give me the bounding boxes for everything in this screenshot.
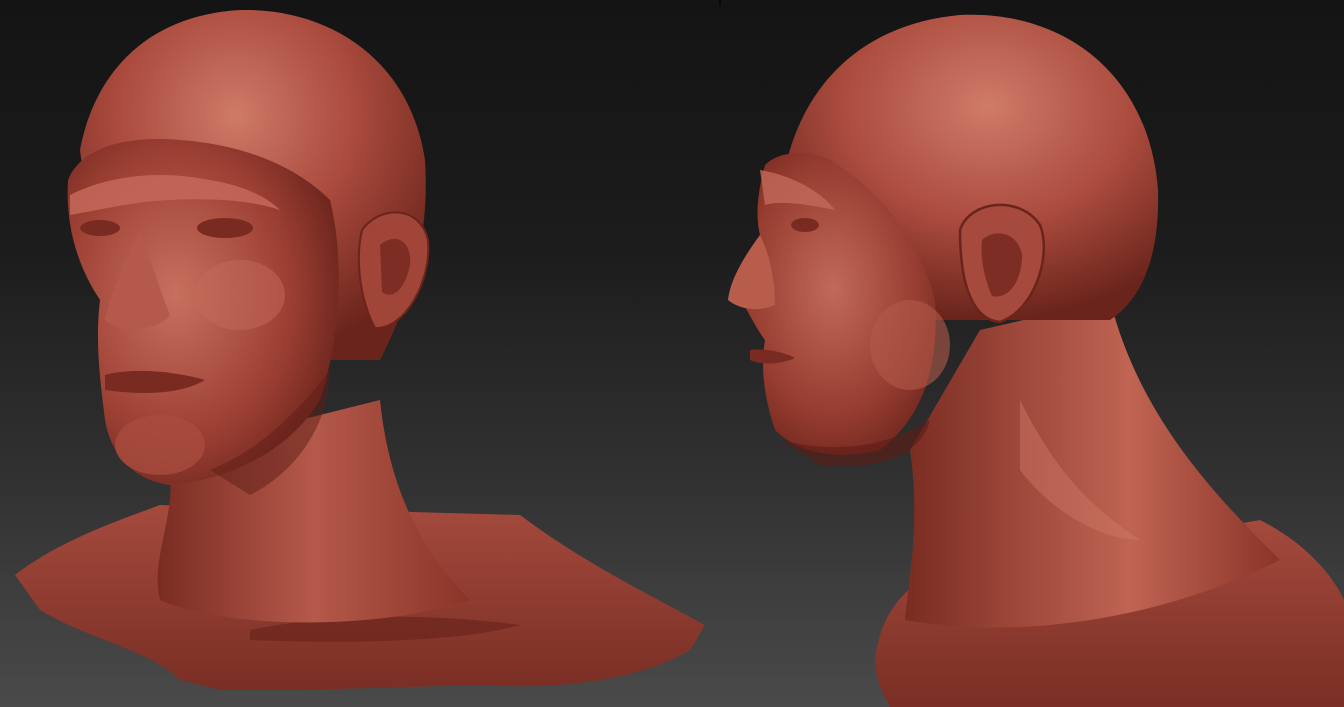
cheek-highlight: [195, 260, 285, 330]
cheekbone: [870, 300, 950, 390]
profile-bust: [728, 14, 1344, 707]
neck: [905, 300, 1280, 628]
sculpt-viewport: [0, 0, 1344, 707]
chin: [115, 415, 205, 475]
three-quarter-view: [0, 0, 720, 707]
three-quarter-bust: [15, 9, 705, 690]
eye: [791, 218, 819, 232]
profile-view: [720, 0, 1344, 707]
right-eye: [80, 220, 120, 236]
left-eye: [197, 218, 253, 238]
